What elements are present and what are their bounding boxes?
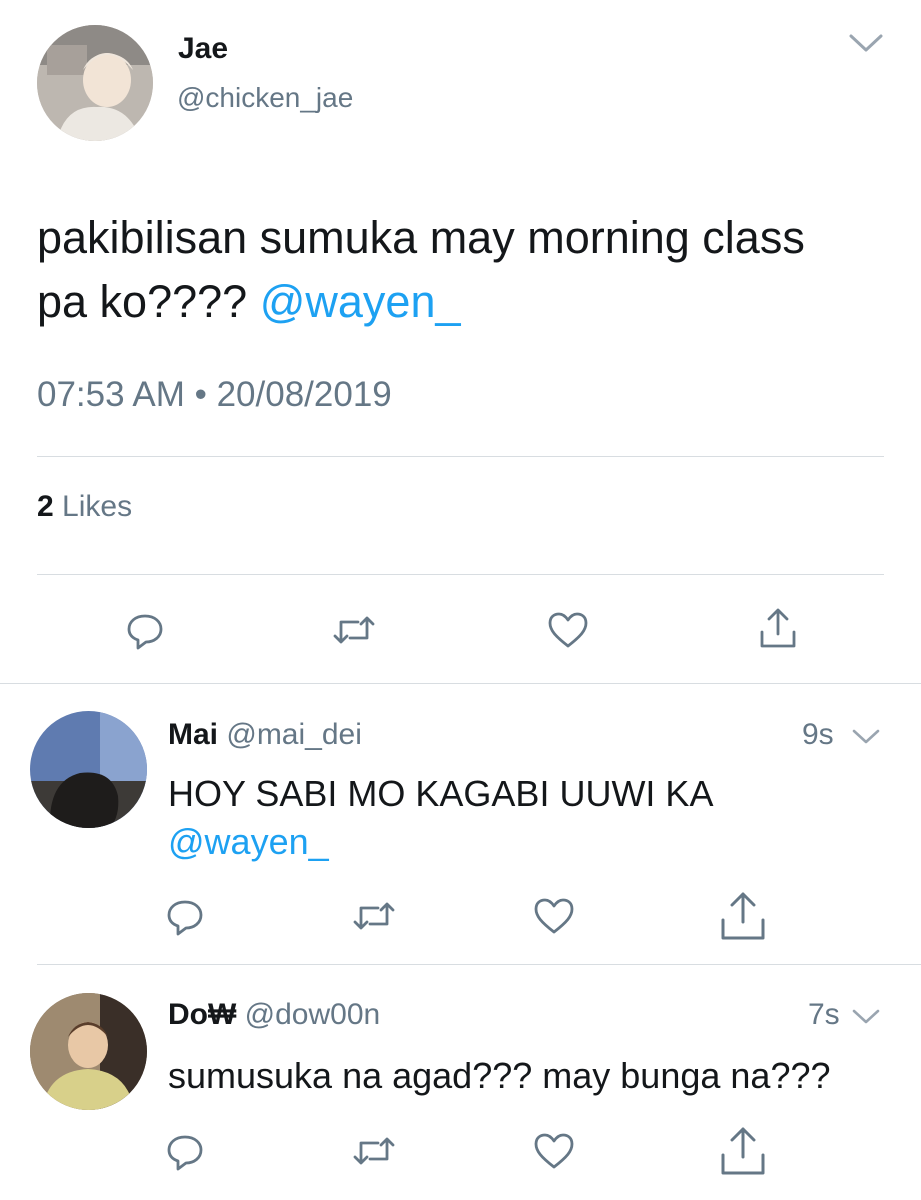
likes-count: 2 — [37, 490, 54, 523]
heart-icon[interactable] — [547, 610, 589, 650]
divider — [37, 964, 921, 965]
heart-icon[interactable] — [533, 1131, 575, 1171]
reply-header: Mai @mai_dei — [168, 718, 362, 752]
avatar-mai-image — [30, 711, 147, 828]
reply-author-handle[interactable]: @mai_dei — [226, 718, 362, 751]
tweet-text: pakibilisan sumuka may morning class pa … — [37, 206, 837, 334]
reply-icon[interactable] — [165, 1131, 205, 1171]
reply-time: 9s — [802, 718, 834, 751]
likes-label: Likes — [62, 490, 133, 523]
avatar-jae-image — [37, 25, 153, 141]
chevron-down-icon[interactable] — [848, 32, 884, 54]
share-icon[interactable] — [758, 606, 798, 650]
reply-header: Do₩ @dow00n — [168, 998, 380, 1032]
share-icon[interactable] — [719, 890, 767, 942]
avatar-mai[interactable] — [30, 711, 147, 828]
retweet-icon[interactable] — [332, 610, 376, 650]
author-handle[interactable]: @chicken_jae — [177, 82, 353, 114]
likes-count-row[interactable]: 2 Likes — [37, 490, 132, 524]
reply-author-name[interactable]: Do₩ — [168, 998, 236, 1031]
reply-icon[interactable] — [165, 896, 205, 936]
avatar-dow[interactable] — [30, 993, 147, 1110]
reply-author-handle[interactable]: @dow00n — [245, 998, 381, 1031]
share-icon[interactable] — [719, 1125, 767, 1177]
reply-author-name[interactable]: Mai — [168, 718, 218, 751]
reply-body: HOY SABI MO KAGABI UUWI KA — [168, 773, 714, 814]
retweet-icon[interactable] — [352, 896, 396, 936]
divider — [37, 574, 884, 575]
retweet-icon[interactable] — [352, 1131, 396, 1171]
chevron-down-icon[interactable] — [851, 1008, 881, 1026]
divider — [0, 683, 921, 684]
reply-text: HOY SABI MO KAGABI UUWI KA @wayen_ — [168, 770, 868, 866]
avatar-dow-image — [30, 993, 147, 1110]
chevron-down-icon[interactable] — [851, 728, 881, 746]
mention-link[interactable]: @wayen_ — [168, 818, 868, 866]
avatar-jae[interactable] — [37, 25, 153, 141]
reply-body: sumusuka na agad??? may bunga na??? — [168, 1055, 831, 1096]
mention-link[interactable]: @wayen_ — [260, 276, 461, 327]
heart-icon[interactable] — [533, 896, 575, 936]
divider — [37, 456, 884, 457]
author-name[interactable]: Jae — [178, 32, 228, 66]
reply-time: 7s — [808, 998, 840, 1031]
reply-icon[interactable] — [125, 610, 165, 650]
tweet-timestamp: 07:53 AM • 20/08/2019 — [37, 375, 392, 414]
